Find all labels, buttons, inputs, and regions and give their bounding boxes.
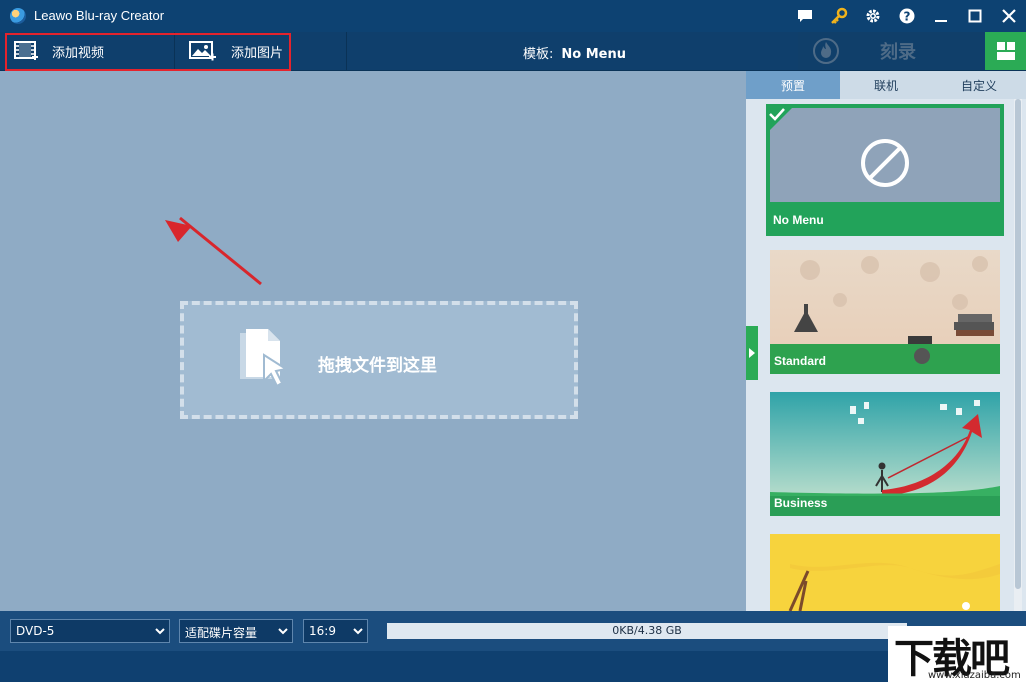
drop-zone[interactable]: 拖拽文件到这里 [180, 301, 578, 419]
panel-collapse-handle[interactable] [746, 326, 758, 380]
selected-check-icon [766, 104, 796, 134]
burn-label: 刻录 [880, 42, 916, 63]
maximize-icon[interactable] [958, 0, 992, 32]
status-bar [0, 651, 1026, 682]
flame-icon [813, 38, 839, 64]
app-logo-icon [10, 8, 26, 24]
aspect-ratio-value: 16:9 [309, 624, 336, 638]
file-drop-icon [240, 329, 289, 388]
template-name: Business [774, 496, 828, 510]
chat-icon[interactable] [788, 0, 822, 32]
watermark-logo: 下载吧 www.xiazaiba.com [888, 626, 1026, 682]
key-icon[interactable] [822, 0, 856, 32]
main-canvas[interactable]: 拖拽文件到这里 [0, 71, 746, 611]
window-title: Leawo Blu-ray Creator [34, 8, 165, 23]
tab-custom[interactable]: 自定义 [932, 71, 1026, 99]
template-panel: 预置 联机 自定义 No Menu Standard Business [746, 71, 1026, 611]
burn-button[interactable]: 刻录 [798, 32, 984, 70]
template-card-4[interactable] [770, 534, 1000, 611]
template-card-no-menu[interactable]: No Menu [766, 104, 1004, 236]
tab-online[interactable]: 联机 [840, 71, 932, 99]
bottom-bar: DVD-5 适配碟片容量 16:9 0KB/4.38 GB [0, 611, 1026, 651]
scrollbar-thumb[interactable] [1015, 99, 1021, 589]
template-tabs: 预置 联机 自定义 [746, 71, 1026, 99]
template-value: No Menu [561, 47, 626, 62]
layout-icon [996, 42, 1015, 60]
template-scrollbar[interactable] [1014, 99, 1022, 611]
template-label: 模板: [523, 47, 554, 62]
chevron-down-icon [353, 628, 363, 635]
aspect-ratio-select[interactable]: 16:9 [303, 619, 368, 643]
capacity-text: 0KB/4.38 GB [612, 624, 682, 637]
layout-toggle-button[interactable] [985, 32, 1026, 70]
drop-hint-text: 拖拽文件到这里 [318, 356, 437, 376]
title-bar: Leawo Blu-ray Creator ? [0, 0, 1026, 32]
template-name: Standard [774, 354, 827, 368]
watermark-url: www.xiazaiba.com [928, 670, 1021, 681]
quality-value: 适配碟片容量 [185, 626, 258, 640]
red-arrow-annotation [165, 216, 262, 286]
disc-type-select[interactable]: DVD-5 [10, 619, 170, 643]
template-card-standard[interactable]: Standard [770, 250, 1000, 374]
help-icon[interactable]: ? [890, 0, 924, 32]
highlight-box [5, 33, 291, 71]
disc-type-value: DVD-5 [16, 624, 55, 638]
gear-icon[interactable] [856, 0, 890, 32]
tab-preset[interactable]: 预置 [746, 71, 840, 99]
disc-capacity-bar: 0KB/4.38 GB [387, 623, 907, 639]
toolbar-divider [346, 32, 347, 70]
chevron-down-icon [278, 628, 288, 635]
yellow-preview-art [788, 562, 1000, 611]
template-card-business[interactable]: Business [770, 392, 1000, 516]
template-name: No Menu [773, 213, 824, 227]
svg-text:?: ? [904, 10, 911, 24]
template-indicator: 模板: No Menu [523, 43, 626, 62]
quality-select[interactable]: 适配碟片容量 [179, 619, 293, 643]
chevron-down-icon [155, 628, 165, 635]
no-menu-icon [861, 139, 909, 187]
close-icon[interactable] [992, 0, 1026, 32]
minimize-icon[interactable] [924, 0, 958, 32]
title-bar-controls: ? [788, 0, 1026, 32]
chevron-right-icon [749, 348, 755, 358]
